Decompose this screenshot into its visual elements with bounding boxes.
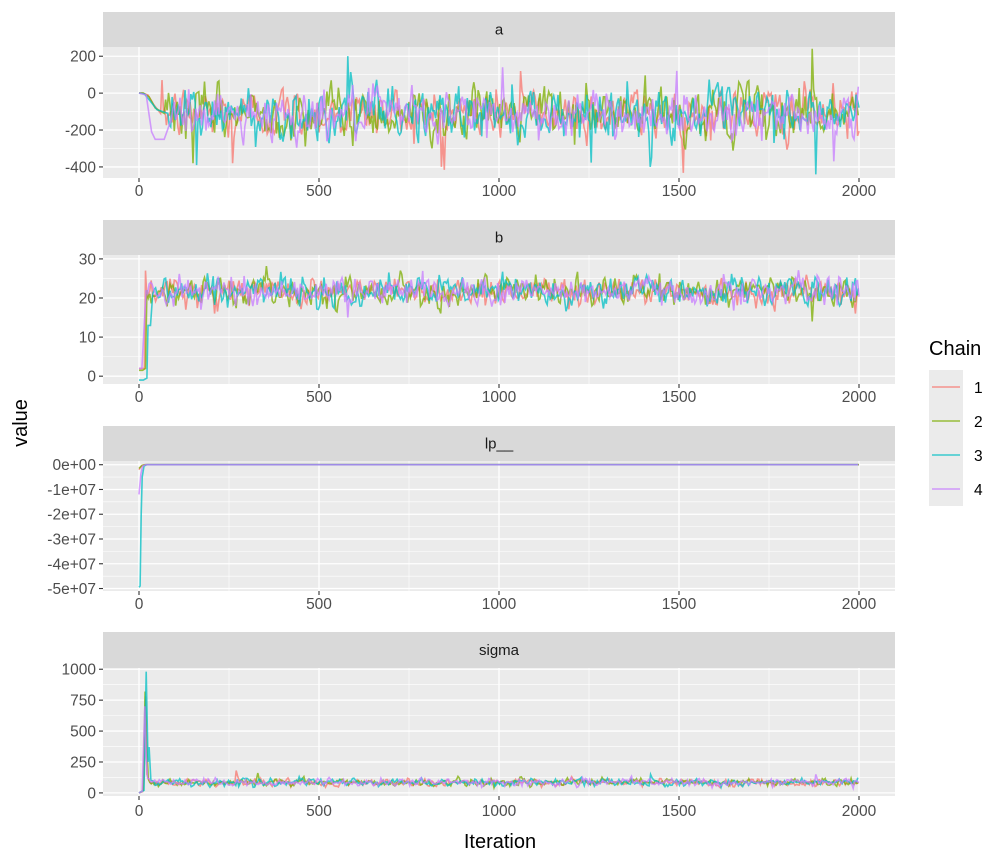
x-tick-label: 0 (135, 596, 144, 613)
x-tick-label: 500 (306, 803, 332, 820)
y-tick-label: 20 (79, 291, 97, 308)
legend-label: 1 (974, 380, 983, 397)
y-tick-label: -3e+07 (47, 532, 96, 549)
y-tick-label: -2e+07 (47, 507, 96, 524)
y-tick-label: 0e+00 (52, 457, 96, 474)
panel-a: a2000-200-4000 500 1000 1500 2000 (65, 12, 895, 200)
x-tick-label: 0 (135, 389, 144, 406)
y-tick-label: 0 (87, 369, 96, 386)
facet-strip-label: a (495, 22, 504, 39)
x-axis-title: Iteration (464, 831, 536, 853)
y-tick-label: -400 (65, 159, 96, 176)
x-tick-label: 500 (306, 389, 332, 406)
legend-label: 4 (974, 482, 983, 499)
x-tick-label: 0 (135, 803, 144, 820)
x-tick-label: 1000 (482, 389, 517, 406)
y-tick-label: 10 (79, 330, 97, 347)
trace-plot: a2000-200-4000 500 1000 1500 2000b30201000 50… (0, 0, 1008, 864)
y-tick-label: 30 (79, 251, 97, 268)
x-tick-label: 500 (306, 183, 332, 200)
x-tick-label: 1000 (482, 803, 517, 820)
y-tick-label: 500 (70, 724, 96, 741)
y-tick-label: 250 (70, 754, 96, 771)
x-tick-label: 2000 (842, 389, 877, 406)
x-tick-label: 2000 (842, 596, 877, 613)
y-tick-label: -5e+07 (47, 581, 96, 598)
facet-strip-label: sigma (479, 642, 520, 659)
y-tick-label: -1e+07 (47, 482, 96, 499)
y-tick-label: -4e+07 (47, 556, 96, 573)
x-tick-label: 1500 (662, 596, 697, 613)
x-tick-label: 1500 (662, 803, 697, 820)
panel-sigma: sigma 1000 750 500 250 0 0 500 1000 1500 2000 (62, 632, 895, 820)
legend-title: Chain (929, 338, 981, 360)
y-tick-label: 200 (70, 49, 96, 66)
facet-strip-label: b (495, 230, 503, 247)
panel-lp: lp__ 0e+00 -1e+07 -2e+07 -3e+07 -4e+07 -5e+07 0… (47, 426, 895, 613)
y-axis-title: value (10, 399, 32, 447)
x-tick-label: 0 (135, 183, 144, 200)
legend-label: 2 (974, 414, 983, 431)
x-tick-label: 1500 (662, 183, 697, 200)
panel-b: b30201000 500 1000 1500 2000 (79, 220, 895, 406)
y-tick-label: 1000 (62, 662, 97, 679)
y-tick-label: 0 (87, 785, 96, 802)
x-tick-label: 2000 (842, 183, 877, 200)
x-tick-label: 500 (306, 596, 332, 613)
y-tick-label: 0 (87, 86, 96, 103)
x-tick-label: 2000 (842, 803, 877, 820)
facet-strip-label: lp__ (485, 436, 514, 453)
x-tick-label: 1500 (662, 389, 697, 406)
y-tick-label: -200 (65, 123, 96, 140)
x-tick-label: 1000 (482, 596, 517, 613)
legend-label: 3 (974, 448, 983, 465)
y-tick-label: 750 (70, 693, 96, 710)
x-tick-label: 1000 (482, 183, 517, 200)
